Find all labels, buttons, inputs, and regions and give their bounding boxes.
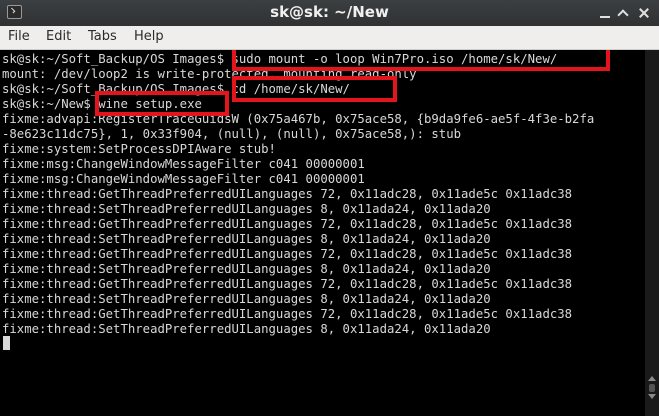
terminal-line: fixme:thread:GetThreadPreferredUILanguag… <box>2 277 573 291</box>
terminal-line: fixme:thread:GetThreadPreferredUILanguag… <box>2 217 573 231</box>
terminal-window: sk@sk: ~/New File Edit Tabs Help sk@sk:~… <box>0 0 659 416</box>
terminal-line: fixme:thread:SetThreadPreferredUILanguag… <box>2 262 491 276</box>
terminal-output[interactable]: sk@sk:~/Soft_Backup/OS Images$ sudo moun… <box>0 50 645 416</box>
menu-tabs[interactable]: Tabs <box>88 29 117 44</box>
scroll-up-icon[interactable] <box>648 376 656 381</box>
terminal-line: fixme:thread:GetThreadPreferredUILanguag… <box>2 187 573 201</box>
menu-help[interactable]: Help <box>134 29 164 44</box>
menu-edit[interactable]: Edit <box>46 29 71 44</box>
terminal-line: fixme:advapi:RegisterTraceGuidsW (0x75a4… <box>2 112 595 126</box>
menu-bar: File Edit Tabs Help <box>0 26 659 50</box>
terminal-line: fixme:thread:GetThreadPreferredUILanguag… <box>2 247 573 261</box>
highlight-box-mount-command <box>232 50 610 71</box>
maximize-button[interactable] <box>614 3 634 23</box>
terminal-line: fixme:system:SetProcessDPIAware stub! <box>2 142 276 156</box>
vertical-scrollbar[interactable] <box>645 50 659 416</box>
minimize-button[interactable] <box>595 3 615 23</box>
terminal-line: -8e623c11dc75}, 1, 0x33f904, (null), (nu… <box>2 127 462 141</box>
terminal-line: fixme:msg:ChangeWindowMessageFilter c041… <box>2 172 365 186</box>
menu-file[interactable]: File <box>8 29 30 44</box>
terminal-line: fixme:thread:GetThreadPreferredUILanguag… <box>2 307 573 321</box>
terminal-line: fixme:msg:ChangeWindowMessageFilter c041… <box>2 157 365 171</box>
terminal-line: fixme:thread:SetThreadPreferredUILanguag… <box>2 322 491 336</box>
highlight-box-cd-command <box>232 76 397 102</box>
scroll-down-icon[interactable] <box>648 394 656 399</box>
terminal-line: fixme:thread:SetThreadPreferredUILanguag… <box>2 292 491 306</box>
close-button[interactable] <box>634 3 654 23</box>
title-bar[interactable]: sk@sk: ~/New <box>0 0 659 26</box>
scroll-thumb[interactable] <box>649 384 655 392</box>
highlight-box-wine-command <box>95 91 229 116</box>
terminal-cursor <box>3 336 10 350</box>
terminal-line: fixme:thread:SetThreadPreferredUILanguag… <box>2 232 491 246</box>
window-title: sk@sk: ~/New <box>270 3 389 21</box>
terminal-line: fixme:thread:SetThreadPreferredUILanguag… <box>2 202 491 216</box>
